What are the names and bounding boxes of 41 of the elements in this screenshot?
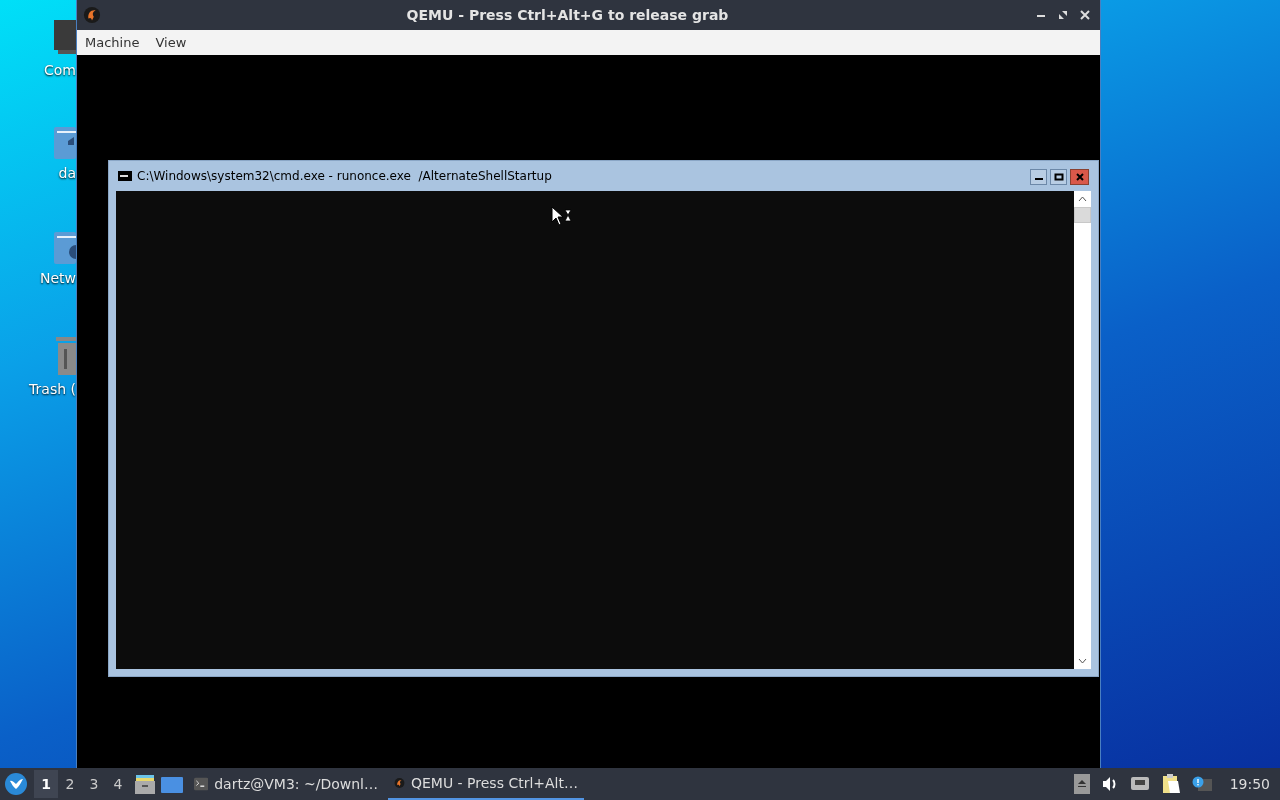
taskbar-task[interactable]: QEMU - Press Ctrl+Alt…	[388, 768, 584, 800]
scroll-thumb[interactable]	[1074, 207, 1091, 223]
desktop-icon-label: Com	[44, 61, 76, 80]
taskbar-task[interactable]: dartz@VM3: ~/Downl…	[188, 768, 384, 800]
maximize-button[interactable]	[1050, 169, 1067, 185]
workspace-button[interactable]: 3	[82, 770, 106, 798]
terminal-icon	[194, 775, 209, 793]
workspace-button[interactable]: 1	[34, 770, 58, 798]
qemu-logo-icon	[83, 6, 101, 24]
network-folder-icon[interactable]	[54, 230, 76, 264]
scrollbar[interactable]	[1074, 191, 1091, 669]
close-icon	[1080, 10, 1090, 20]
busy-cursor-icon	[551, 206, 573, 226]
network-icon[interactable]	[1129, 776, 1150, 792]
maximize-icon	[1053, 173, 1064, 181]
desktop-icon-label: Trash (	[29, 380, 76, 399]
close-icon	[1074, 173, 1085, 181]
desktop-icon-label: da	[58, 164, 76, 183]
menu-item[interactable]: Machine	[79, 32, 146, 53]
maximize-icon	[1058, 10, 1068, 20]
close-button[interactable]	[1070, 169, 1089, 185]
trash-icon[interactable]	[56, 335, 76, 375]
window-title: QEMU - Press Ctrl+Alt+G to release grab	[405, 5, 730, 25]
clipboard-icon[interactable]	[1161, 774, 1180, 794]
start-menu-icon[interactable]	[4, 772, 28, 796]
monitor-icon[interactable]	[54, 20, 76, 56]
volume-icon[interactable]	[1101, 776, 1118, 792]
eject-icon[interactable]	[1073, 774, 1090, 794]
close-button[interactable]	[1078, 8, 1092, 22]
folder-icon[interactable]	[54, 125, 76, 159]
cmd-window-title: C:\Windows\system32\cmd.exe - runonce.exe /AlternateShellStartup	[137, 168, 553, 185]
console-app-icon	[118, 171, 132, 181]
notification-icon[interactable]	[1191, 776, 1212, 792]
maximize-button[interactable]	[1056, 8, 1070, 22]
menu-item[interactable]: View	[149, 32, 193, 53]
file-cabinet-icon[interactable]	[134, 773, 156, 795]
clock[interactable]: 19:50	[1229, 773, 1270, 795]
minimize-button[interactable]	[1030, 169, 1047, 185]
workspace-button[interactable]: 2	[58, 770, 82, 798]
desktop-icon-label: Netw	[39, 269, 76, 288]
workspace-button[interactable]: 4	[106, 770, 130, 798]
